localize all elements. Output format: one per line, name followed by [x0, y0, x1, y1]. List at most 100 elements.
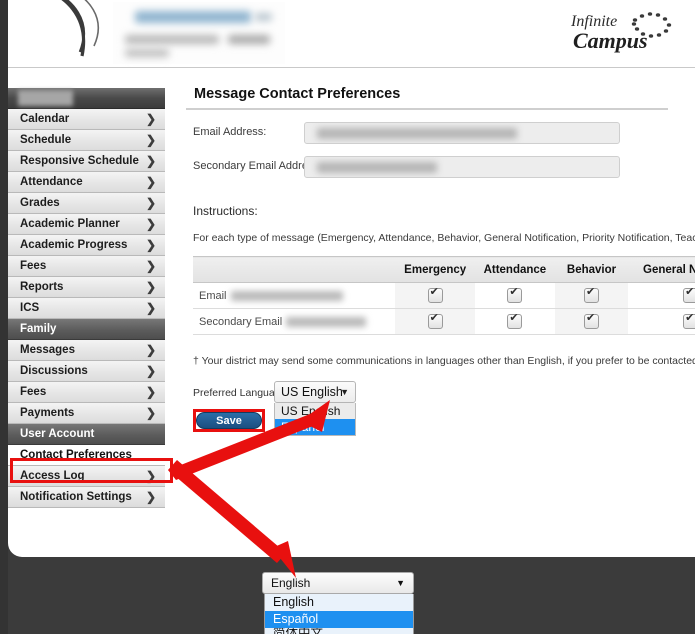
- sidebar-student-name-redacted: [18, 90, 73, 106]
- secondary-email-field[interactable]: [304, 156, 620, 178]
- sidebar-item-label: Attendance: [20, 176, 83, 188]
- chevron-right-icon: ❯: [145, 343, 156, 357]
- chevron-right-icon: ❯: [145, 217, 156, 231]
- chevron-right-icon: ❯: [145, 280, 156, 294]
- sidebar-item-discussions[interactable]: Discussions ❯: [8, 361, 165, 382]
- sidebar-item-label: User Account: [20, 428, 95, 440]
- column-header-emergency: Emergency: [395, 256, 476, 283]
- district-name-redacted: [113, 2, 285, 64]
- sidebar-item-ics[interactable]: ICS ❯: [8, 298, 165, 319]
- sidebar-item-grades[interactable]: Grades ❯: [8, 193, 165, 214]
- infinite-campus-logo: Infinite Campus: [570, 12, 672, 53]
- sidebar-item-responsive-schedule[interactable]: Responsive Schedule ❯: [8, 151, 165, 172]
- svg-text:Campus: Campus: [573, 28, 648, 53]
- bottom-language-select-wrapper: English ▼ EnglishEspañol简体中文: [262, 572, 414, 634]
- chevron-down-icon: ▼: [396, 578, 405, 588]
- checkbox-cell: [475, 308, 555, 335]
- table-row: Email: [193, 282, 695, 309]
- instructions-heading: Instructions:: [193, 204, 258, 218]
- sidebar-item-messages[interactable]: Messages ❯: [8, 340, 165, 361]
- row-email-value-redacted: [230, 290, 343, 301]
- checkbox-checked[interactable]: [507, 312, 523, 329]
- chevron-right-icon: ❯: [145, 175, 156, 189]
- district-swoosh-logo: [61, 0, 99, 57]
- checkbox-cell: [628, 282, 695, 309]
- checkbox-checked[interactable]: [683, 312, 695, 329]
- language-option[interactable]: US English: [275, 403, 355, 419]
- chevron-right-icon: ❯: [145, 259, 156, 273]
- chevron-right-icon: ❯: [145, 301, 156, 315]
- checkbox-cell: [554, 282, 629, 309]
- language-option[interactable]: Español: [275, 419, 355, 435]
- checkbox-checked[interactable]: [507, 286, 523, 303]
- column-header-blank: [193, 256, 396, 283]
- left-rail: [0, 0, 8, 634]
- bottom-language-option[interactable]: English: [265, 594, 413, 611]
- sidebar-item-notification-settings[interactable]: Notification Settings ❯: [8, 487, 165, 508]
- checkbox-checked[interactable]: [584, 286, 600, 303]
- sidebar-item-label: Fees: [20, 260, 47, 272]
- sidebar-item-calendar[interactable]: Calendar ❯: [8, 109, 165, 130]
- sidebar-item-attendance[interactable]: Attendance ❯: [8, 172, 165, 193]
- sidebar-item-label: Family: [20, 323, 57, 335]
- preferred-language-select[interactable]: US English ▼: [274, 381, 356, 403]
- bottom-language-option[interactable]: 简体中文: [265, 628, 413, 634]
- chevron-right-icon: ❯: [145, 364, 156, 378]
- sidebar-section-user-account: User Account: [8, 424, 165, 445]
- row-label: Secondary Email: [199, 315, 283, 328]
- bottom-language-select[interactable]: English ▼: [262, 572, 414, 594]
- sidebar-item-label: Payments: [20, 407, 75, 419]
- sidebar-section-family: Family: [8, 319, 165, 340]
- checkbox-checked[interactable]: [683, 286, 695, 303]
- screenshot-root: Infinite Campus Calendar ❯ Schedule ❯ Respon…: [0, 0, 695, 634]
- save-button-highlight-box: [193, 409, 265, 432]
- chevron-down-icon: ▼: [340, 387, 349, 397]
- sidebar-item-fees[interactable]: Fees ❯: [8, 382, 165, 403]
- sidebar-item-label: Academic Progress: [20, 239, 128, 251]
- sidebar-item-label: Notification Settings: [20, 491, 132, 503]
- sidebar-item-label: ICS: [20, 302, 40, 314]
- chevron-right-icon: ❯: [145, 490, 156, 504]
- preferred-language-selected-value: US English: [281, 385, 343, 399]
- contact-preferences-highlight-box: [10, 458, 173, 483]
- language-footnote: † Your district may send some communicat…: [193, 355, 695, 367]
- chevron-right-icon: ❯: [145, 238, 156, 252]
- sidebar-nav: Calendar ❯ Schedule ❯ Responsive Schedule ❯ At…: [8, 88, 165, 508]
- save-button-wrapper: Save: [193, 409, 265, 432]
- sidebar-item-payments[interactable]: Payments ❯: [8, 403, 165, 424]
- checkbox-cell: [395, 282, 476, 309]
- sidebar-item-label: Reports: [20, 281, 64, 293]
- checkbox-checked[interactable]: [427, 286, 443, 303]
- row-label: Email: [199, 289, 227, 302]
- sidebar-item-label: Calendar: [20, 113, 70, 125]
- table-header-row: Emergency Attendance Behavior General No…: [193, 256, 695, 283]
- column-header-attendance: Attendance: [475, 256, 555, 283]
- page-header: Infinite Campus: [8, 0, 695, 68]
- sidebar-item-label: Schedule: [20, 134, 72, 146]
- checkbox-cell: [628, 308, 695, 335]
- preferred-language-options-list[interactable]: US English Español: [274, 403, 356, 436]
- checkbox-cell: [554, 308, 629, 335]
- email-address-row: Email Address:: [186, 122, 695, 144]
- sidebar-item-label: Discussions: [20, 365, 88, 377]
- checkbox-cell: [395, 308, 476, 335]
- sidebar-item-reports[interactable]: Reports ❯: [8, 277, 165, 298]
- sidebar-item-schedule[interactable]: Schedule ❯: [8, 130, 165, 151]
- sidebar-item-academic-progress[interactable]: Academic Progress ❯: [8, 235, 165, 256]
- email-address-field[interactable]: [304, 122, 620, 144]
- app-panel: Infinite Campus Calendar ❯ Schedule ❯ Respon…: [8, 0, 695, 557]
- checkbox-checked[interactable]: [427, 312, 443, 329]
- secondary-email-label: Secondary Email Address:: [193, 160, 323, 172]
- email-address-value-redacted: [317, 128, 517, 139]
- column-header-behavior: Behavior: [554, 256, 629, 283]
- bottom-language-option[interactable]: Español: [265, 611, 413, 628]
- preferred-language-label: Preferred Language: [193, 387, 287, 399]
- sidebar-item-fees[interactable]: Fees ❯: [8, 256, 165, 277]
- page-title: Message Contact Preferences: [194, 86, 401, 102]
- bottom-language-selected-value: English: [271, 576, 311, 590]
- checkbox-cell: [475, 282, 555, 309]
- checkbox-checked[interactable]: [584, 312, 600, 329]
- sidebar-item-label: Messages: [20, 344, 75, 356]
- bottom-language-options-list[interactable]: EnglishEspañol简体中文: [264, 594, 414, 634]
- sidebar-item-academic-planner[interactable]: Academic Planner ❯: [8, 214, 165, 235]
